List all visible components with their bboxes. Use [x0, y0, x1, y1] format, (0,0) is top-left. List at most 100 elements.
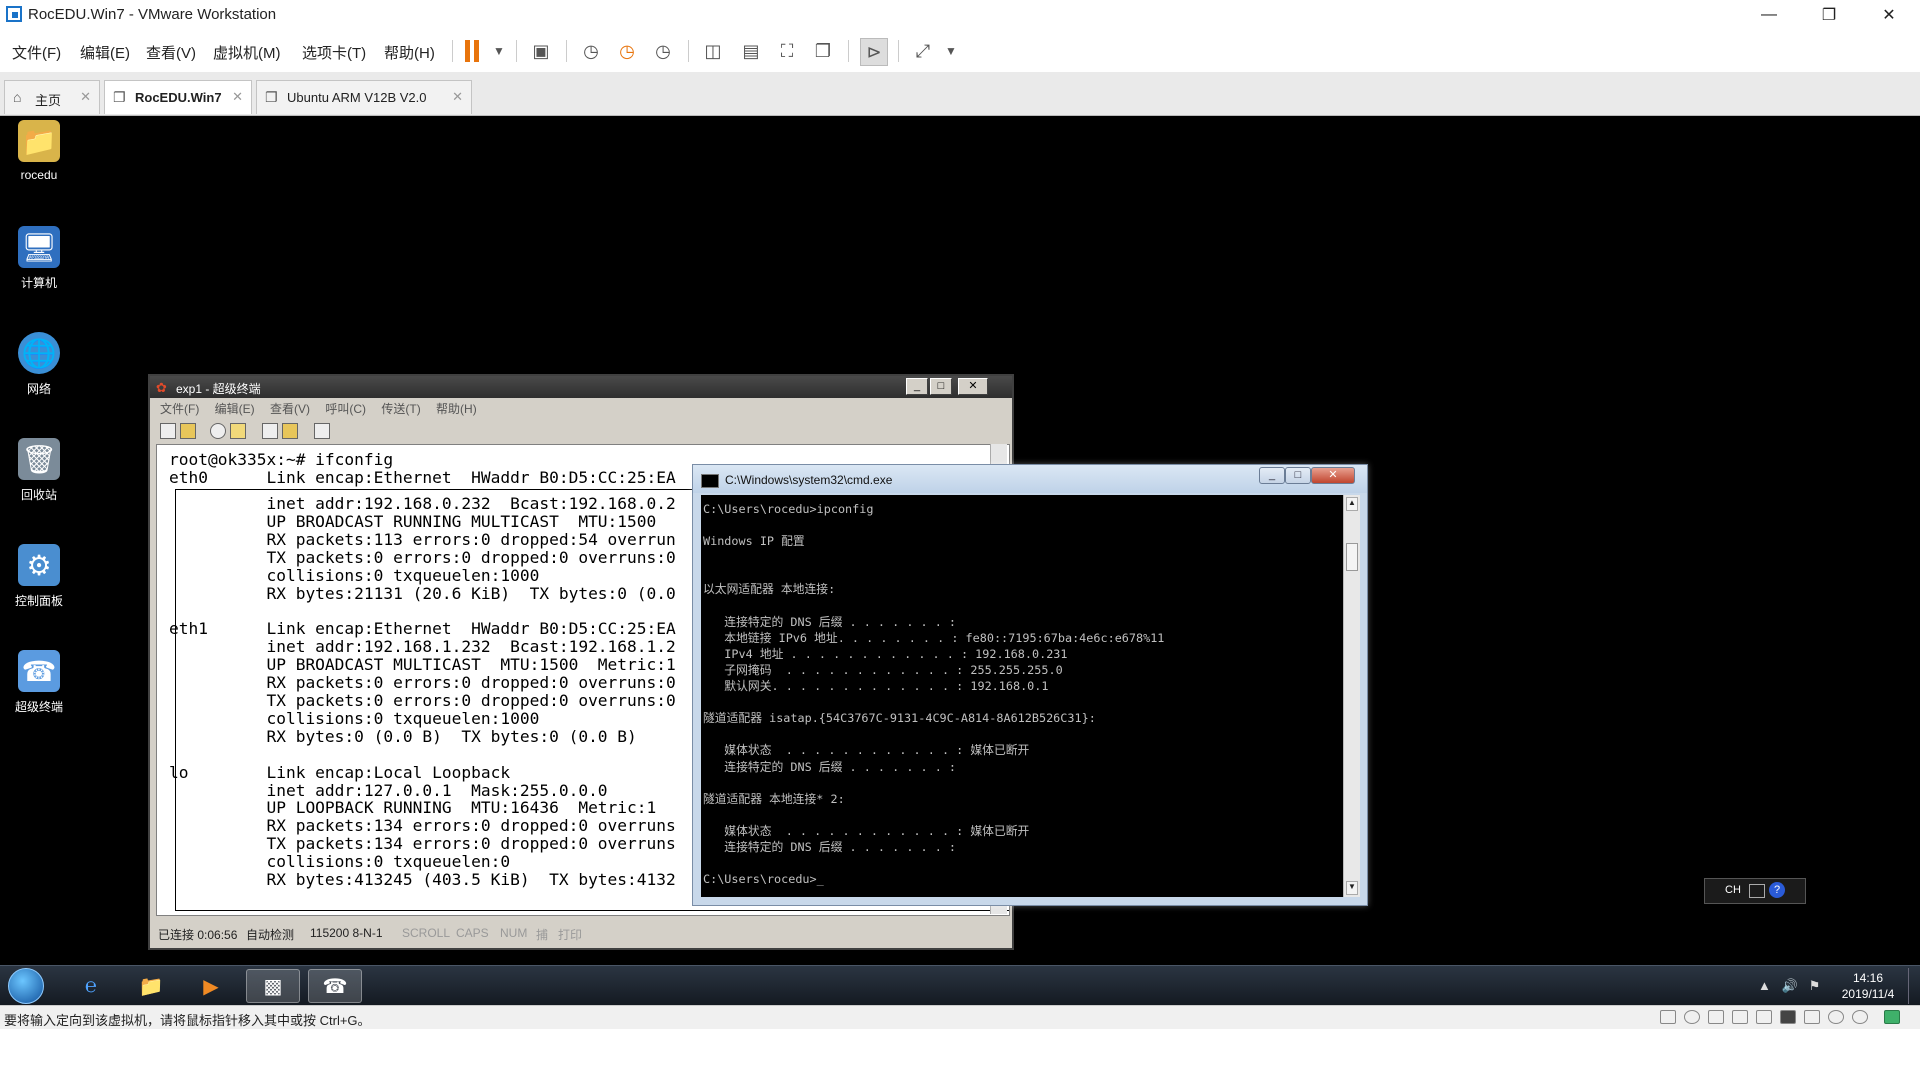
cd-dvd-icon[interactable] [1684, 1010, 1700, 1024]
ime-language-bar[interactable]: CH ? [1704, 878, 1806, 904]
media-player-icon[interactable]: ▶ [184, 969, 238, 1003]
printer-icon[interactable] [1756, 1010, 1772, 1024]
close-button[interactable]: ✕ [1866, 0, 1912, 30]
usb-controller-icon[interactable] [1732, 1010, 1748, 1024]
keyboard-icon[interactable] [1749, 884, 1765, 898]
message-log-icon[interactable] [1852, 1010, 1868, 1024]
revert-snapshot-icon[interactable]: ◷ [614, 38, 640, 64]
menu-file[interactable]: 文件(F) [160, 402, 199, 416]
window-titlebar: RocEDU.Win7 - VMware Workstation — ❐ ✕ [0, 0, 1920, 30]
properties-icon[interactable] [314, 423, 330, 439]
explorer-folder-icon[interactable]: 📁 [124, 969, 178, 1003]
close-button[interactable]: ✕ [958, 378, 988, 395]
menu-edit[interactable]: 编辑(E) [215, 402, 255, 416]
hyperterminal-titlebar[interactable]: ✿ exp1 - 超级终端 _ □ ✕ [150, 376, 1012, 398]
stretch-icon[interactable]: ⤢ [910, 38, 936, 64]
sidebar-icon[interactable]: ◫ [700, 38, 726, 64]
minimize-button[interactable]: — [1746, 0, 1792, 30]
menu-call[interactable]: 呼叫(C) [325, 402, 366, 416]
menu-view[interactable]: 查看(V) [270, 402, 310, 416]
toolbar-separator [898, 40, 899, 62]
chevron-down-icon[interactable]: ▼ [486, 38, 512, 64]
close-button[interactable]: ✕ [1311, 467, 1355, 484]
close-icon[interactable]: ✕ [232, 89, 243, 105]
thumbnail-bar-icon[interactable]: ▤ [738, 38, 764, 64]
menu-file[interactable]: 文件(F) [12, 42, 61, 63]
disconnect-icon[interactable] [230, 423, 246, 439]
new-file-icon[interactable] [160, 423, 176, 439]
receive-icon[interactable] [282, 423, 298, 439]
menu-edit[interactable]: 编辑(E) [80, 42, 130, 63]
recycle-bin-icon: 🗑 [18, 438, 60, 480]
cmd-window[interactable]: C:\Windows\system32\cmd.exe _ □ ✕ C:\Use… [692, 464, 1368, 906]
network-flag-icon[interactable]: ⚑ [1809, 978, 1821, 993]
menu-help[interactable]: 帮助(H) [436, 402, 477, 416]
desktop-icon-rocedu[interactable]: 📁 rocedu [4, 120, 74, 200]
close-icon[interactable]: ✕ [80, 89, 91, 105]
desktop-icon-computer[interactable]: 🖥 计算机 [4, 226, 74, 306]
cmd-console[interactable]: C:\Users\rocedu>ipconfig Windows IP 配置 以… [701, 495, 1343, 897]
send-ctrl-alt-del-icon[interactable]: ▣ [528, 38, 554, 64]
restore-button[interactable]: ❐ [1806, 0, 1852, 30]
help-icon[interactable]: ? [1769, 882, 1785, 898]
show-hidden-icons-icon[interactable]: ▲ [1758, 978, 1771, 993]
scroll-up-icon[interactable]: ▲ [1346, 497, 1358, 511]
taskbar-hyperterminal-icon[interactable]: ☎ [308, 969, 362, 1003]
minimize-button[interactable]: _ [1259, 467, 1285, 484]
maximize-button[interactable]: □ [1285, 467, 1311, 484]
desktop-icon-control-panel[interactable]: ⚙ 控制面板 [4, 544, 74, 624]
vm-status-icon[interactable] [1884, 1010, 1900, 1024]
usb-device-icon[interactable] [1780, 1010, 1796, 1024]
sound-card-icon[interactable] [1804, 1010, 1820, 1024]
menu-help[interactable]: 帮助(H) [384, 42, 435, 63]
menu-vm[interactable]: 虚拟机(M) [213, 42, 281, 63]
scroll-thumb[interactable] [1346, 543, 1358, 571]
hyperterminal-menubar: 文件(F) 编辑(E) 查看(V) 呼叫(C) 传送(T) 帮助(H) [154, 400, 1004, 418]
volume-icon[interactable]: 🔊 [1782, 978, 1798, 993]
open-folder-icon[interactable] [180, 423, 196, 439]
guest-desktop[interactable]: 📁 rocedu 🖥 计算机 🌐 网络 🗑 回收站 ⚙ 控制面板 ☎ 超级终端 … [0, 116, 1920, 1076]
minimize-button[interactable]: _ [906, 378, 928, 395]
close-icon[interactable]: ✕ [452, 89, 463, 105]
taskbar-cmd-icon[interactable]: ▩ [246, 969, 300, 1003]
maximize-button[interactable]: □ [930, 378, 952, 395]
phone-icon[interactable] [210, 423, 226, 439]
pause-icon[interactable] [464, 40, 480, 62]
user-folder-icon: 📁 [18, 120, 60, 162]
display-icon[interactable] [1828, 1010, 1844, 1024]
tab-rocedu-win7[interactable]: ❐ RocEDU.Win7 ✕ [104, 80, 252, 114]
send-icon[interactable] [262, 423, 278, 439]
vm-tabbar: ⌂ 主页 ✕ ❐ RocEDU.Win7 ✕ ❐ Ubuntu ARM V12B… [0, 72, 1920, 116]
snapshot-icon[interactable]: ◷ [578, 38, 604, 64]
unity-icon[interactable]: ❐ [810, 38, 836, 64]
show-desktop-button[interactable] [1908, 968, 1919, 1004]
snapshot-manager-icon[interactable]: ◷ [650, 38, 676, 64]
console-view-icon[interactable]: ⊳ [860, 38, 888, 66]
tab-label: Ubuntu ARM V12B V2.0 [287, 90, 427, 105]
internet-explorer-icon[interactable]: ℮ [64, 969, 118, 1003]
menu-tabs[interactable]: 选项卡(T) [302, 42, 366, 63]
computer-icon: 🖥 [18, 226, 60, 268]
cmd-titlebar[interactable]: C:\Windows\system32\cmd.exe _ □ ✕ [693, 465, 1367, 493]
scroll-down-icon[interactable]: ▼ [1346, 881, 1358, 895]
desktop-icon-label: rocedu [20, 168, 58, 182]
start-button[interactable] [8, 968, 44, 1004]
desktop-icon-recycle-bin[interactable]: 🗑 回收站 [4, 438, 74, 518]
desktop-icon-label: 计算机 [20, 276, 57, 290]
system-clock[interactable]: 14:16 2019/11/4 [1828, 970, 1908, 1002]
menu-view[interactable]: 查看(V) [146, 42, 196, 63]
vm-icon: ❐ [113, 89, 126, 105]
watermark-line: 内部版本 7600 [1835, 1044, 1914, 1058]
fullscreen-icon[interactable]: ⛶ [774, 38, 800, 64]
vmware-statusbar: 要将输入定向到该虚拟机，请将鼠标指针移入其中或按 Ctrl+G。 [0, 1005, 1920, 1029]
hard-disk-icon[interactable] [1660, 1010, 1676, 1024]
tab-home[interactable]: ⌂ 主页 ✕ [4, 80, 100, 114]
cmd-scrollbar[interactable]: ▲ ▼ [1343, 495, 1360, 897]
desktop-icon-hyperterminal[interactable]: ☎ 超级终端 [4, 650, 74, 730]
menu-transfer[interactable]: 传送(T) [381, 402, 420, 416]
tab-ubuntu-arm[interactable]: ❐ Ubuntu ARM V12B V2.0 ✕ [256, 80, 472, 114]
network-adapter-icon[interactable] [1708, 1010, 1724, 1024]
desktop-icon-network[interactable]: 🌐 网络 [4, 332, 74, 412]
hyperterminal-statusbar: 已连接 0:06:56 自动检测 115200 8-N-1 SCROLL CAP… [154, 922, 1008, 944]
chevron-down-icon[interactable]: ▼ [938, 38, 964, 64]
